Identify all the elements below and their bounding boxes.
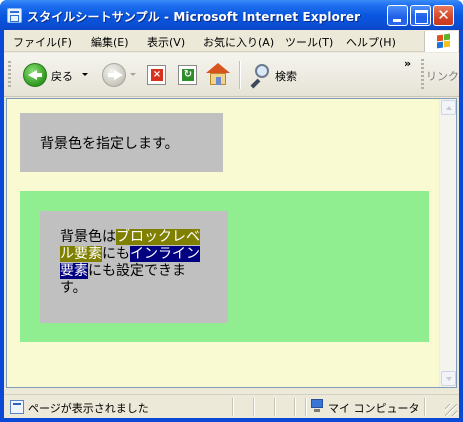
- gray-block: 背景色を指定します。: [20, 113, 223, 172]
- back-button-label[interactable]: 戻る: [51, 68, 73, 84]
- close-icon: ✕: [437, 6, 450, 24]
- background-paragraph: 背景色はブロックレベル要素にもインライン要素にも設定できます。: [60, 229, 210, 297]
- standard-toolbar: 戻る × ↻ 検索 » リンク: [4, 53, 459, 97]
- toolbar-separator: [239, 61, 240, 89]
- para-text-1: 背景色は: [60, 229, 116, 245]
- resize-grip-icon[interactable]: [445, 404, 457, 416]
- back-dropdown-icon[interactable]: [82, 73, 88, 76]
- toolbar-grip[interactable]: [8, 61, 11, 89]
- status-divider: [274, 398, 275, 416]
- gray-block-text: 背景色を指定します。: [40, 136, 179, 152]
- menu-help[interactable]: ヘルプ(H): [346, 34, 396, 50]
- links-grip[interactable]: [421, 59, 424, 91]
- scroll-down-icon[interactable]: [441, 371, 456, 386]
- my-computer-icon: [310, 399, 324, 413]
- status-divider: [294, 398, 295, 416]
- toolbar-overflow-icon[interactable]: »: [404, 57, 411, 70]
- windows-logo-icon: [424, 31, 458, 52]
- menu-view[interactable]: 表示(V): [147, 34, 185, 50]
- vertical-scrollbar[interactable]: [439, 99, 456, 387]
- menu-bar: ファイル(F) 編集(E) 表示(V) お気に入り(A) ツール(T) ヘルプ(…: [4, 30, 459, 52]
- menu-edit[interactable]: 編集(E): [91, 34, 129, 50]
- forward-arrow-icon[interactable]: [102, 63, 126, 87]
- status-divider: [305, 398, 306, 416]
- search-button-label[interactable]: 検索: [275, 68, 297, 84]
- status-bar: ページが表示されました マイ コンピュータ: [4, 394, 459, 418]
- status-divider: [232, 398, 233, 416]
- page-done-icon: [10, 400, 24, 414]
- browser-window: スタイルシートサンプル - Microsoft Internet Explore…: [0, 0, 463, 422]
- minimize-button[interactable]: [387, 5, 408, 26]
- links-label[interactable]: リンク: [426, 68, 459, 84]
- status-text: ページが表示されました: [28, 402, 149, 415]
- refresh-icon[interactable]: ↻: [178, 65, 197, 85]
- green-block: 背景色はブロックレベル要素にもインライン要素にも設定できます。: [20, 191, 429, 342]
- window-frame-right: [459, 30, 463, 422]
- scroll-up-icon[interactable]: [441, 100, 456, 115]
- back-arrow-icon[interactable]: [23, 63, 47, 87]
- page-viewport: 背景色を指定します。 背景色はブロックレベル要素にもインライン要素にも設定できま…: [6, 98, 457, 388]
- security-zone-label: マイ コンピュータ: [328, 402, 420, 415]
- close-button[interactable]: ✕: [433, 5, 454, 26]
- status-divider: [424, 398, 425, 416]
- client-area: ファイル(F) 編集(E) 表示(V) お気に入り(A) ツール(T) ヘルプ(…: [4, 30, 459, 418]
- ie-page-icon: [7, 8, 22, 23]
- menu-favorites[interactable]: お気に入り(A): [203, 34, 274, 50]
- stop-icon[interactable]: ×: [147, 65, 166, 85]
- home-icon[interactable]: [206, 63, 230, 87]
- menu-tools[interactable]: ツール(T): [285, 34, 333, 50]
- para-text-2: にも: [102, 246, 130, 262]
- title-bar[interactable]: スタイルシートサンプル - Microsoft Internet Explore…: [0, 0, 463, 30]
- status-divider: [253, 398, 254, 416]
- nested-gray-block: 背景色はブロックレベル要素にもインライン要素にも設定できます。: [40, 211, 228, 323]
- window-frame-bottom: [0, 418, 463, 422]
- forward-dropdown-icon[interactable]: [130, 73, 136, 76]
- search-icon[interactable]: [249, 64, 271, 89]
- menu-file[interactable]: ファイル(F): [13, 34, 72, 50]
- maximize-button[interactable]: [410, 5, 431, 26]
- window-title: スタイルシートサンプル - Microsoft Internet Explore…: [27, 10, 361, 24]
